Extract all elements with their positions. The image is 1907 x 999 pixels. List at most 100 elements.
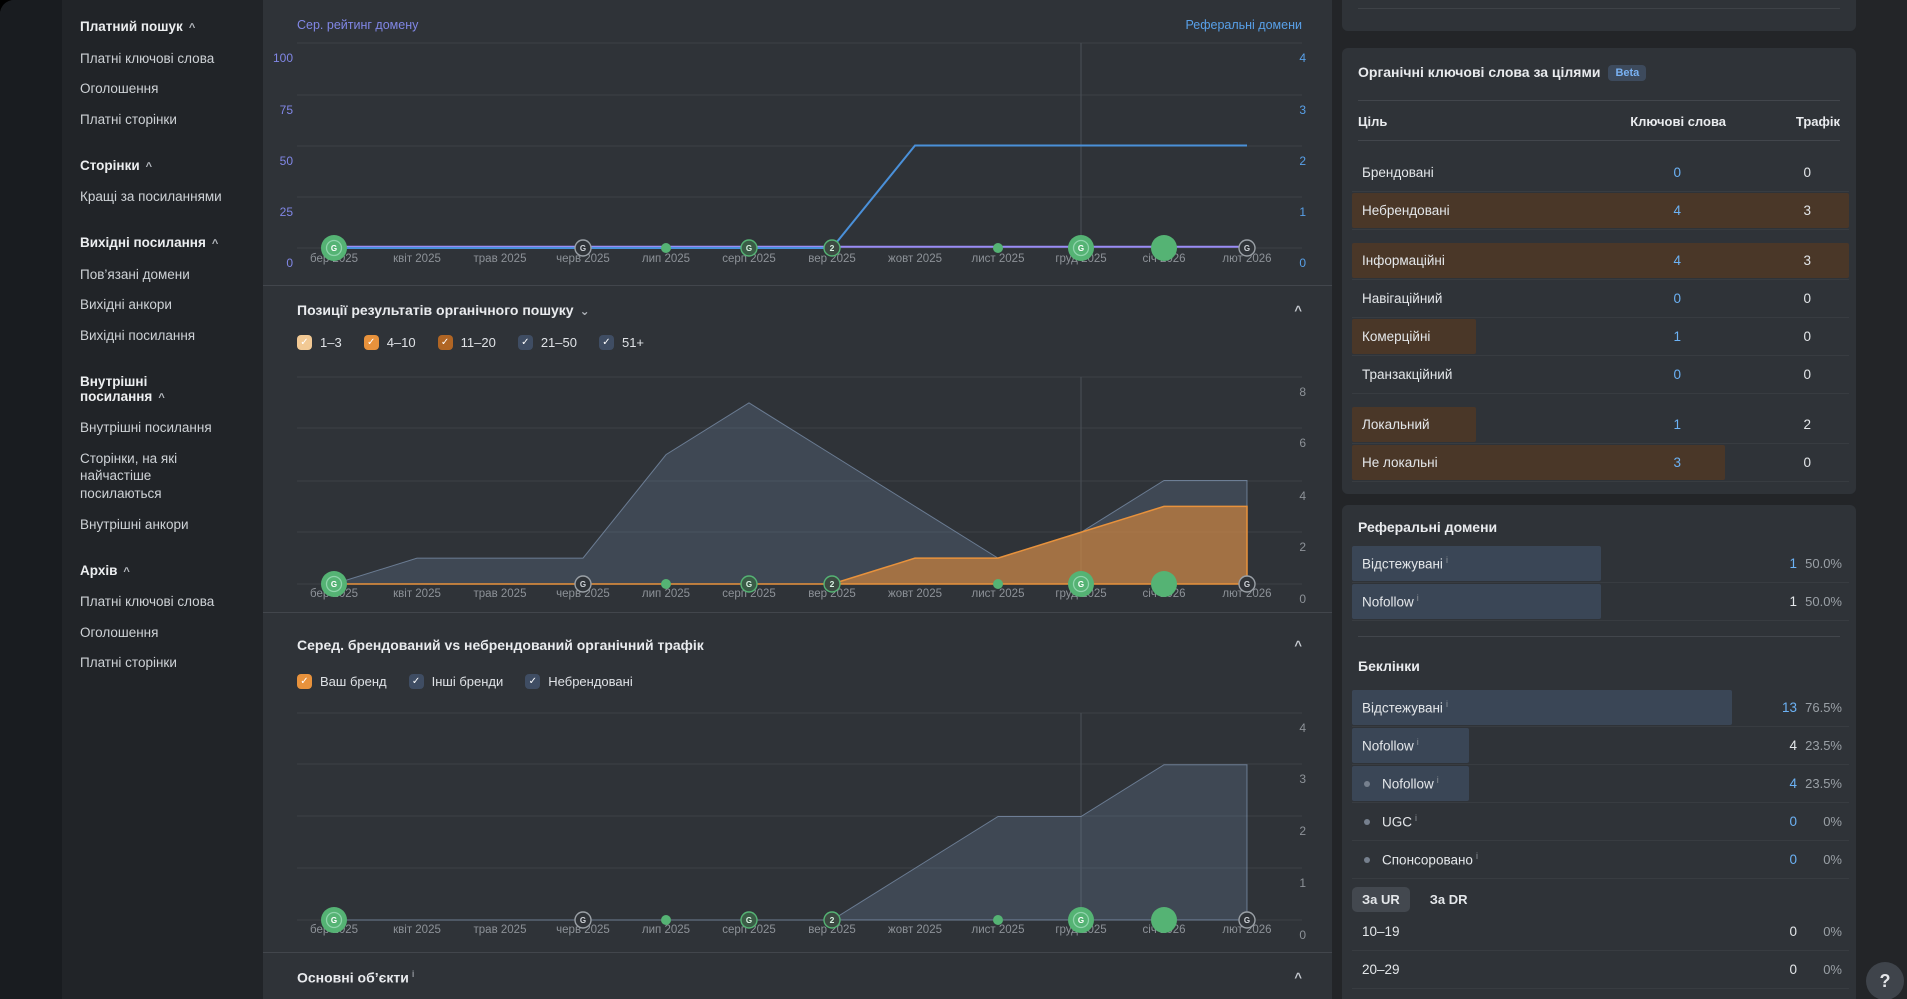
header-divider — [1358, 100, 1840, 101]
google-update-marker[interactable]: G — [1068, 235, 1094, 261]
google-update-marker[interactable]: G — [1068, 571, 1094, 597]
sidebar-section-header[interactable]: Сторінки^ — [80, 149, 233, 182]
branded-traffic-chart[interactable]: 43210бер 2025квіт 2025трав 2025черв 2025… — [263, 696, 1332, 948]
google-update-marker[interactable]: G — [575, 576, 591, 592]
intent-keywords-value[interactable]: 0 — [1673, 291, 1681, 306]
section-divider — [263, 285, 1332, 286]
left-axis-tick: 100 — [273, 51, 293, 65]
legend-checkbox-item[interactable]: ✓Ваш бренд — [297, 674, 387, 689]
legend-checkbox-item[interactable]: ✓4–10 — [364, 335, 416, 350]
intent-traffic-value: 0 — [1803, 165, 1811, 180]
link-count-value[interactable]: 0 — [1789, 852, 1797, 867]
google-update-marker[interactable]: G — [1239, 912, 1255, 928]
sidebar-item[interactable]: Платні ключові слова — [80, 43, 233, 74]
legend-checkbox-item[interactable]: ✓Інші бренди — [409, 674, 504, 689]
event-count-marker[interactable]: 2 — [824, 912, 840, 928]
intent-keywords-value[interactable]: 4 — [1673, 203, 1681, 218]
intent-keywords-value[interactable]: 0 — [1673, 165, 1681, 180]
checkbox-icon[interactable]: ✓ — [409, 674, 424, 689]
event-big-marker[interactable] — [1151, 907, 1177, 933]
sidebar-item[interactable]: Сторінки, на які найчастіше посилаються — [80, 443, 233, 509]
checkbox-icon[interactable]: ✓ — [364, 335, 379, 350]
legend-label: 1–3 — [320, 335, 342, 350]
legend-checkbox-item[interactable]: ✓Небрендовані — [525, 674, 632, 689]
domain-rating-chart[interactable]: 432101007550250бер 2025квіт 2025трав 202… — [263, 0, 1332, 285]
sidebar-item[interactable]: Пов’язані домени — [80, 259, 233, 290]
sidebar-section-header[interactable]: Архів^ — [80, 554, 233, 587]
checkbox-icon[interactable]: ✓ — [297, 674, 312, 689]
intent-keywords-value[interactable]: 3 — [1673, 455, 1681, 470]
intent-row: Локальний12 — [1352, 406, 1849, 444]
legend-checkbox-item[interactable]: ✓11–20 — [438, 335, 496, 350]
event-big-marker[interactable] — [1151, 571, 1177, 597]
checkbox-icon[interactable]: ✓ — [525, 674, 540, 689]
sidebar-item[interactable]: Платні ключові слова — [80, 587, 233, 618]
link-type-label: 20–29 — [1362, 962, 1400, 977]
sidebar-item[interactable]: Внутрішні анкори — [80, 509, 233, 540]
event-count-marker[interactable]: 2 — [824, 240, 840, 256]
event-dot-marker[interactable] — [661, 915, 671, 925]
main-charts-column: Сер. рейтинг домену Реферальні домени 43… — [263, 0, 1332, 999]
sidebar-item[interactable]: Вихідні анкори — [80, 290, 233, 321]
event-dot-marker[interactable] — [993, 243, 1003, 253]
link-stat-row: Спонсорованоi00% — [1352, 841, 1849, 879]
link-count-value[interactable]: 1 — [1789, 556, 1797, 571]
intent-label: Локальний — [1362, 417, 1430, 432]
google-update-marker[interactable]: G — [1239, 240, 1255, 256]
right-axis-tick: 2 — [1299, 154, 1306, 168]
other-brands-area — [334, 765, 1247, 920]
google-update-marker[interactable]: G — [741, 240, 757, 256]
link-count-value[interactable]: 4 — [1789, 776, 1797, 791]
event-count-marker[interactable]: 2 — [824, 576, 840, 592]
link-stat-row: Nofollowi150.0% — [1352, 583, 1849, 621]
event-dot-marker[interactable] — [993, 579, 1003, 589]
collapse-chart2-button[interactable]: ^ — [1294, 303, 1302, 318]
sidebar-item[interactable]: Оголошення — [80, 74, 233, 105]
link-count-value[interactable]: 0 — [1789, 814, 1797, 829]
collapse-objects-button[interactable]: ^ — [1294, 970, 1302, 985]
sidebar-section-header[interactable]: Вихідні посилання^ — [80, 226, 233, 259]
sidebar-item[interactable]: Кращі за посиланнями — [80, 182, 233, 213]
legend-checkbox-item[interactable]: ✓21–50 — [518, 335, 577, 350]
event-dot-marker[interactable] — [993, 915, 1003, 925]
legend-checkbox-item[interactable]: ✓51+ — [599, 335, 644, 350]
sidebar-item[interactable]: Оголошення — [80, 617, 233, 648]
google-update-marker[interactable]: G — [575, 912, 591, 928]
google-update-marker[interactable]: G — [1239, 576, 1255, 592]
legend-checkbox-item[interactable]: ✓ 1–3 — [297, 335, 342, 350]
google-update-marker[interactable]: G — [321, 571, 347, 597]
checkbox-icon[interactable]: ✓ — [438, 335, 453, 350]
intent-keywords-value[interactable]: 1 — [1673, 329, 1681, 344]
sidebar-item[interactable]: Платні сторінки — [80, 648, 233, 679]
intent-keywords-value[interactable]: 0 — [1673, 367, 1681, 382]
sidebar-item[interactable]: Внутрішні посилання — [80, 413, 233, 444]
help-button[interactable]: ? — [1866, 962, 1904, 999]
event-dot-marker[interactable] — [661, 243, 671, 253]
organic-positions-chart[interactable]: 86420бер 2025квіт 2025трав 2025черв 2025… — [263, 360, 1332, 612]
event-dot-marker[interactable] — [661, 579, 671, 589]
intent-traffic-value: 0 — [1803, 329, 1811, 344]
google-update-marker[interactable]: G — [321, 235, 347, 261]
backlinks-tabs: За UR За DR — [1352, 887, 1478, 912]
organic-positions-title[interactable]: Позиції результатів органічного пошуку⌄ — [297, 302, 590, 318]
intent-keywords-value[interactable]: 1 — [1673, 417, 1681, 432]
event-big-marker[interactable] — [1151, 235, 1177, 261]
right-axis-tick: 6 — [1299, 436, 1306, 450]
checkbox-icon[interactable]: ✓ — [518, 335, 533, 350]
backlinks-tab-active[interactable]: За UR — [1352, 887, 1410, 912]
google-update-marker[interactable]: G — [741, 576, 757, 592]
sidebar-item[interactable]: Платні сторінки — [80, 104, 233, 135]
checkbox-icon[interactable]: ✓ — [599, 335, 614, 350]
checkbox-icon[interactable]: ✓ — [297, 335, 312, 350]
link-count-value[interactable]: 13 — [1782, 700, 1797, 715]
intent-keywords-value[interactable]: 4 — [1673, 253, 1681, 268]
google-update-marker[interactable]: G — [575, 240, 591, 256]
sidebar-item[interactable]: Вихідні посилання — [80, 320, 233, 351]
backlinks-tab-inactive[interactable]: За DR — [1420, 887, 1478, 912]
google-update-marker[interactable]: G — [321, 907, 347, 933]
google-update-marker[interactable]: G — [741, 912, 757, 928]
sidebar-section-header[interactable]: Платний пошук^ — [80, 10, 233, 43]
sidebar-section-header[interactable]: Внутрішні посилання^ — [80, 365, 233, 413]
google-update-marker[interactable]: G — [1068, 907, 1094, 933]
collapse-chart3-button[interactable]: ^ — [1294, 638, 1302, 653]
